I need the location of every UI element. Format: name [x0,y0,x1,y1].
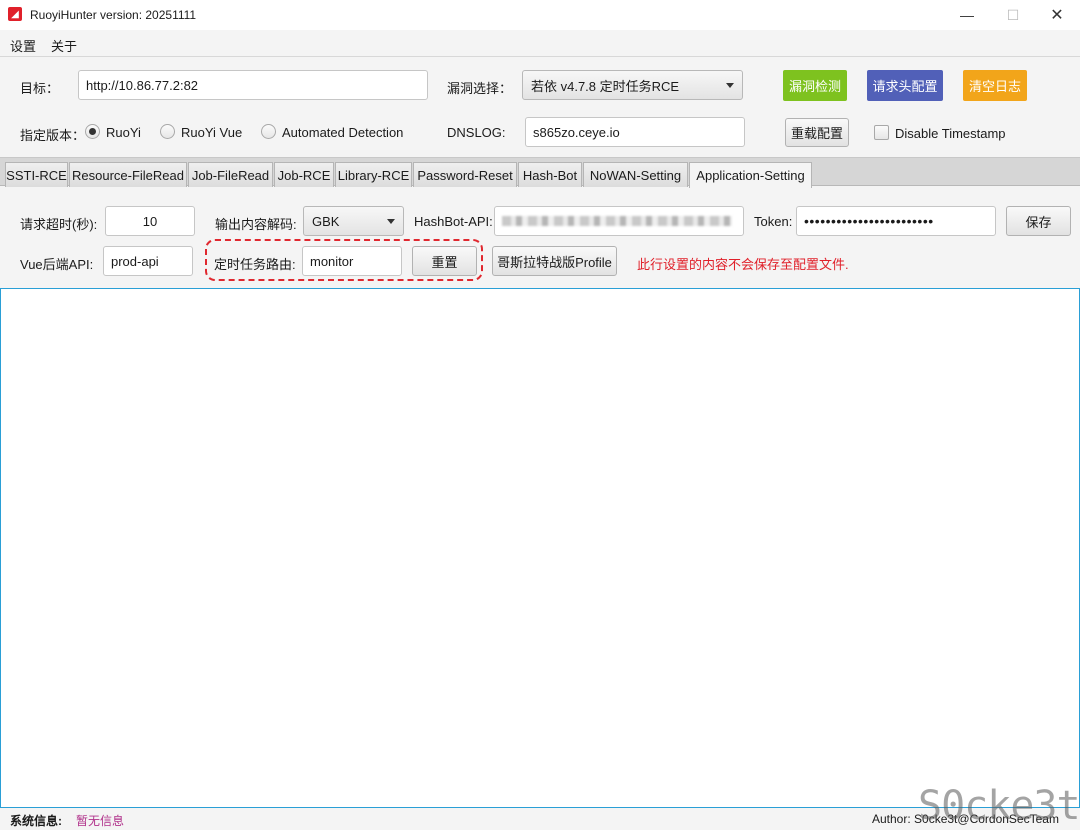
vuln-select-value: 若依 v4.7.8 定时任务RCE [531,78,680,94]
radio-auto-detect-label: Automated Detection [282,125,404,140]
status-value: 暂无信息 [76,814,125,828]
vuln-select-label: 漏洞选择： [447,81,513,96]
log-output[interactable] [0,288,1080,808]
watermark: S0cke3t [918,783,1080,829]
reset-button[interactable]: 重置 [412,246,477,276]
vuln-select[interactable]: 若依 v4.7.8 定时任务RCE [522,70,743,100]
dnslog-input[interactable]: s865zo.ceye.io [525,117,745,147]
radio-ruoyi-vue-label: RuoYi Vue [181,125,243,140]
status-label: 系统信息: [10,814,62,828]
dnslog-label: DNSLOG: [447,125,506,140]
timeout-input[interactable]: 10 [105,206,195,236]
tab-ssti-rce[interactable]: SSTI-RCE [5,162,68,187]
tab-strip: SSTI-RCE Resource-FileRead Job-FileRead … [0,157,1080,188]
hashbot-api-label: HashBot-API: [414,214,493,229]
tab-resource-fileread[interactable]: Resource-FileRead [69,162,187,187]
vue-api-input[interactable]: prod-api [103,246,193,276]
tab-library-rce[interactable]: Library-RCE [335,162,412,187]
chevron-down-icon [726,83,734,88]
job-route-input[interactable]: monitor [302,246,402,276]
target-label: 目标： [20,81,60,96]
timeout-label: 请求超时(秒): [20,217,98,232]
token-password-input[interactable]: •••••••••••••••••••••••• [796,206,996,236]
vue-api-label: Vue后端API: [20,257,94,272]
disable-timestamp-checkbox[interactable] [874,125,889,140]
detect-button[interactable]: 漏洞检测 [783,70,847,101]
encoding-select[interactable]: GBK [303,206,404,236]
tab-nowan-setting[interactable]: NoWAN-Setting [583,162,688,187]
settings-notice: 此行设置的内容不会保存至配置文件. [637,257,849,272]
encoding-label: 输出内容解码: [215,217,297,232]
menu-bar: 设置 关于 [0,30,1080,57]
godzilla-profile-button[interactable]: 哥斯拉特战版Profile [492,246,617,276]
tab-password-reset[interactable]: Password-Reset [413,162,517,187]
radio-ruoyi-vue[interactable] [160,124,175,139]
tab-hash-bot[interactable]: Hash-Bot [518,162,582,187]
window-title: RuoyiHunter version: 20251111 [30,8,197,22]
job-route-label: 定时任务路由: [214,257,296,272]
hashbot-api-input[interactable] [494,206,744,236]
title-bar: ◢ RuoyiHunter version: 20251111 — ☐ ✕ [0,0,1080,30]
tab-job-rce[interactable]: Job-RCE [274,162,334,187]
redacted-value [502,216,732,226]
header-config-button[interactable]: 请求头配置 [867,70,943,101]
save-button[interactable]: 保存 [1006,206,1071,236]
radio-ruoyi[interactable] [85,124,100,139]
token-label: Token: [754,214,793,229]
radio-ruoyi-label: RuoYi [106,125,141,140]
close-icon[interactable]: ✕ [1034,0,1080,30]
menu-settings[interactable]: 设置 [10,36,36,55]
chevron-down-icon [387,219,395,224]
clear-log-button[interactable]: 清空日志 [963,70,1027,101]
radio-auto-detect[interactable] [261,124,276,139]
menu-about[interactable]: 关于 [51,36,77,55]
app-icon: ◢ [8,7,22,21]
version-label: 指定版本： [20,128,86,143]
maximize-icon[interactable]: ☐ [990,0,1036,30]
encoding-select-value: GBK [312,213,340,229]
reload-config-button[interactable]: 重载配置 [785,118,849,147]
target-input[interactable]: http://10.86.77.2:82 [78,70,428,100]
tab-application-setting[interactable]: Application-Setting [689,162,812,188]
disable-timestamp-label: Disable Timestamp [895,126,1006,141]
tab-job-fileread[interactable]: Job-FileRead [188,162,273,187]
minimize-icon[interactable]: — [944,0,990,30]
